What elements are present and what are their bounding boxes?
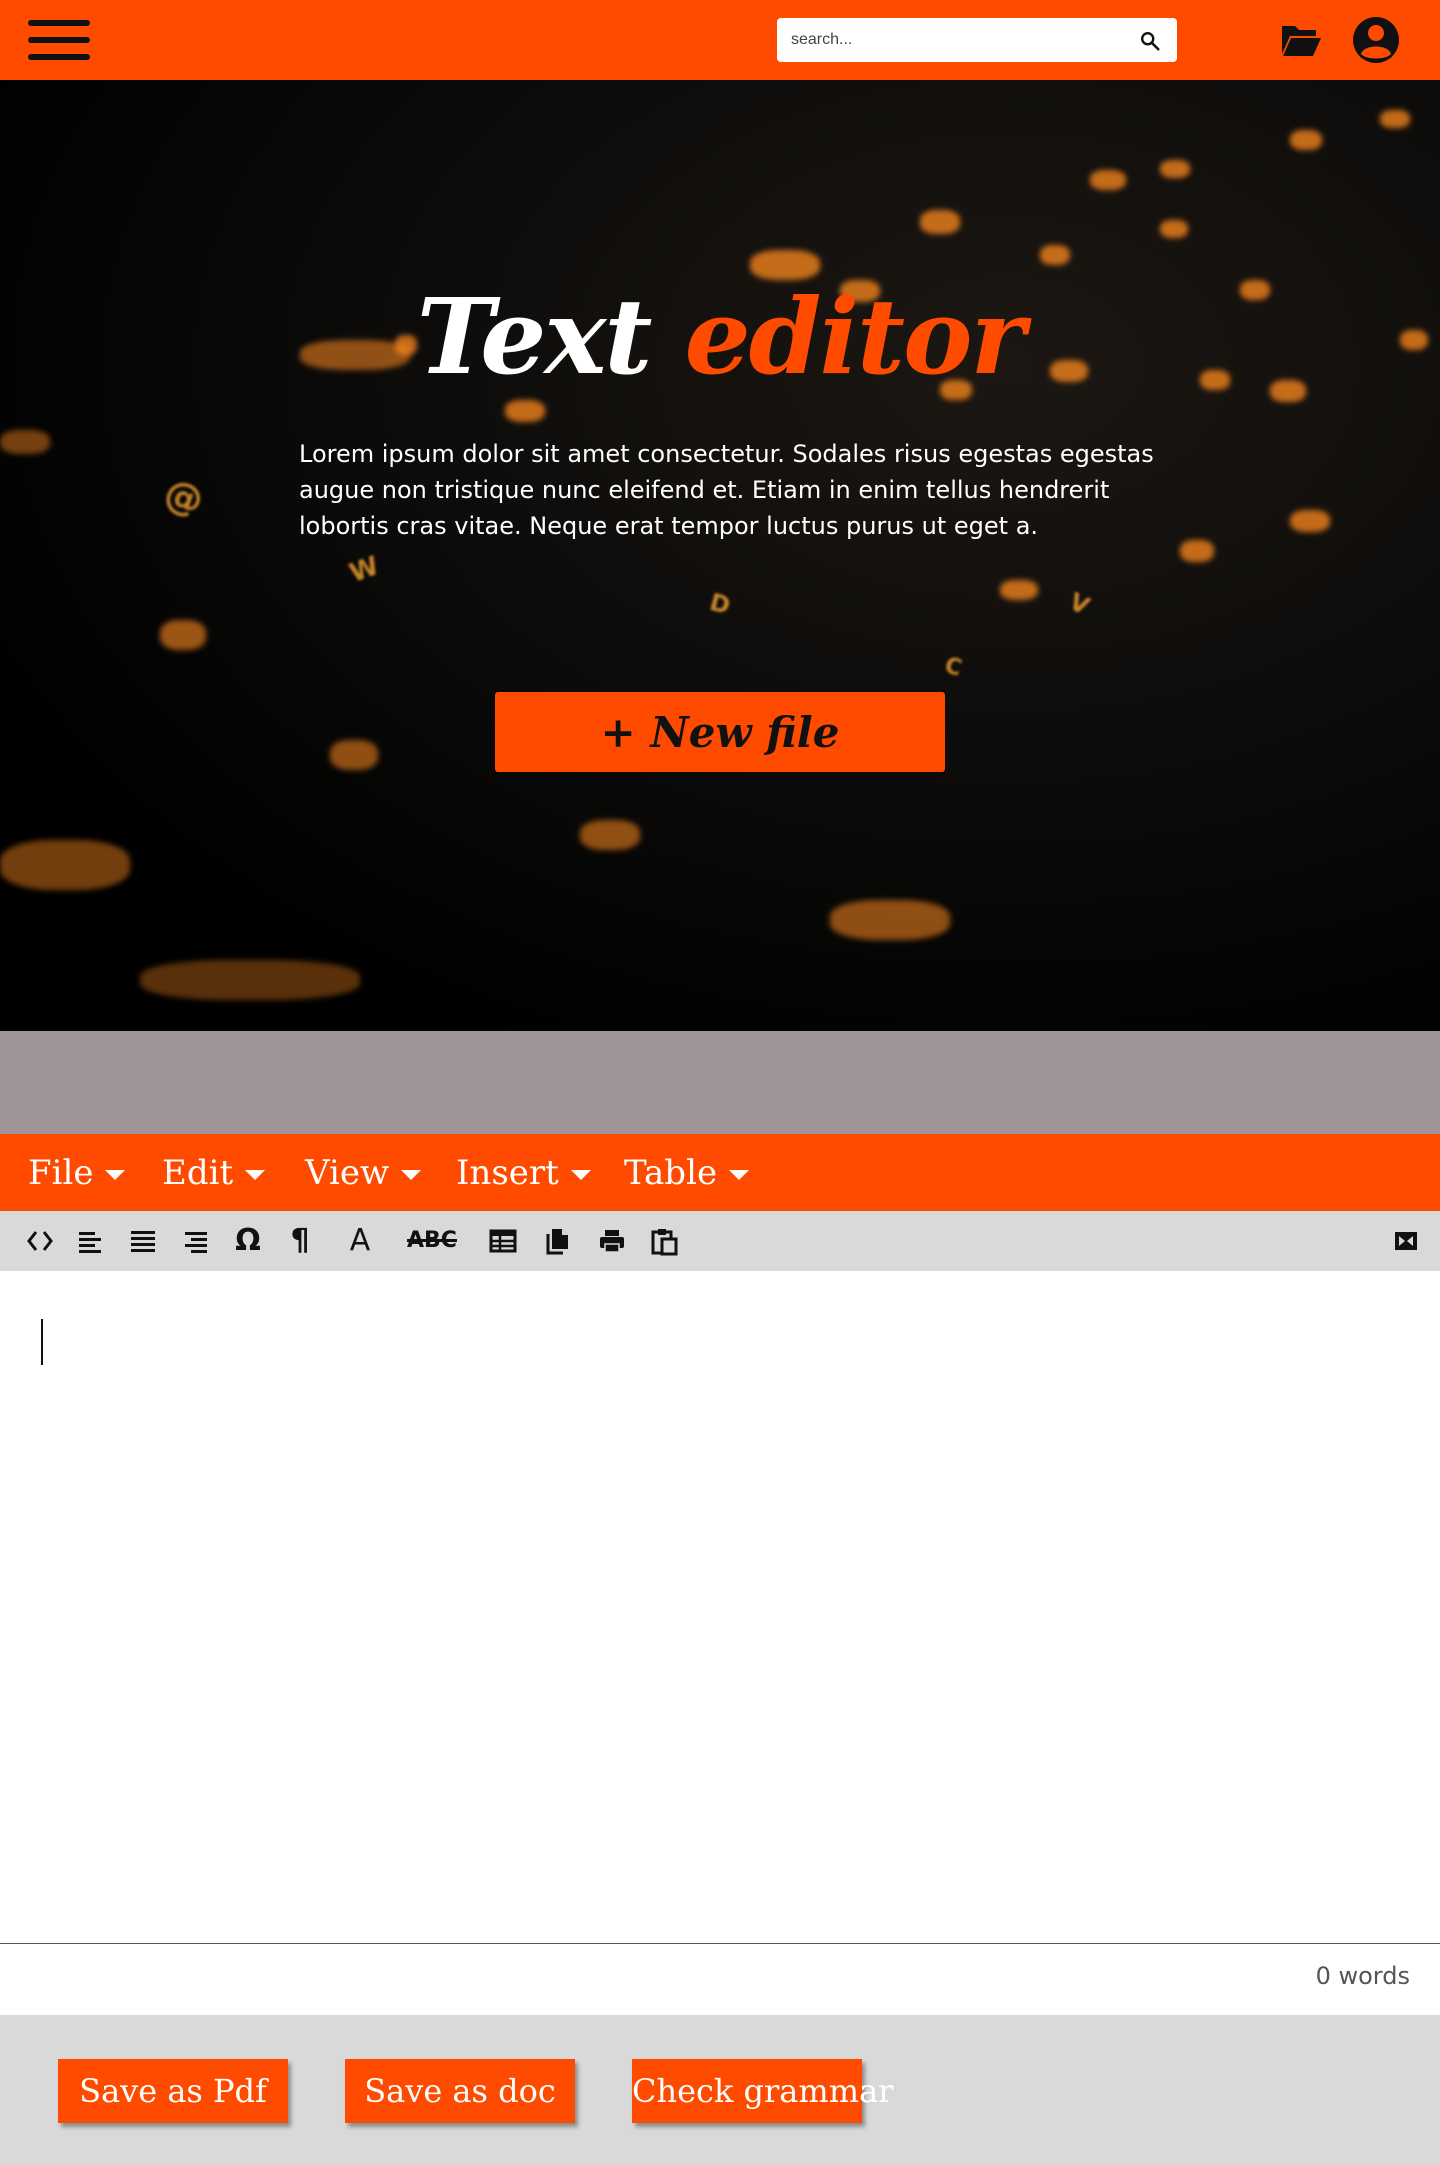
hero-title-word1: Text [416,275,653,398]
strike-glyph: ABC [407,1228,457,1253]
top-bar [0,0,1440,80]
hero-description: Lorem ipsum dolor sit amet consectetur. … [299,440,1154,540]
align-justify-icon[interactable] [127,1225,159,1257]
menu-edit-label: Edit [162,1152,234,1193]
menu-view[interactable]: View [305,1134,422,1211]
word-count: 0 words [1315,1962,1410,1990]
special-character-icon[interactable]: Ω [232,1225,264,1257]
caret-down-icon [570,1169,591,1180]
font-icon[interactable]: A [344,1225,376,1257]
align-right-icon[interactable] [180,1225,212,1257]
table-icon[interactable] [487,1225,519,1257]
caret-down-icon [401,1169,422,1180]
save-as-doc-button[interactable]: Save as doc [345,2059,575,2123]
menu-insert[interactable]: Insert [456,1134,591,1211]
action-footer: Save as Pdf Save as doc Check grammar [0,2015,1440,2165]
folder-open-icon[interactable] [1280,20,1322,60]
editor-menubar: File Edit View Insert Table [0,1134,1440,1211]
pilcrow-icon[interactable]: ¶ [284,1225,316,1257]
copy-icon[interactable] [542,1225,574,1257]
menu-insert-label: Insert [456,1152,559,1193]
save-as-pdf-button[interactable]: Save as Pdf [58,2059,288,2123]
editor-toolbar: Ω ¶ A ABC [0,1211,1440,1271]
source-code-icon[interactable] [24,1225,56,1257]
caret-down-icon [729,1169,750,1180]
search-box [777,18,1177,62]
strikethrough-icon[interactable]: ABC [406,1225,458,1257]
menu-file[interactable]: File [28,1134,126,1211]
hero-title: Text editor [0,275,1440,398]
omega-glyph: Ω [235,1223,261,1258]
divider-band [0,1031,1440,1134]
menu-table-label: Table [624,1152,718,1193]
hero-section: @ W D V C Text editor Lorem ipsum dolor … [0,80,1440,1031]
print-icon[interactable] [596,1225,628,1257]
font-glyph: A [349,1223,371,1258]
hero-title-word2: editor [684,275,1026,398]
new-file-button[interactable]: + New file [495,692,945,772]
paste-icon[interactable] [648,1225,680,1257]
caret-down-icon [105,1169,126,1180]
caret-down-icon [245,1169,266,1180]
search-input[interactable] [777,18,1129,62]
search-icon[interactable] [1139,30,1161,52]
menu-file-label: File [28,1152,94,1193]
align-left-icon[interactable] [74,1225,106,1257]
check-grammar-button[interactable]: Check grammar [632,2059,893,2123]
menu-table[interactable]: Table [624,1134,750,1211]
account-circle-icon[interactable] [1352,16,1400,64]
text-cursor [41,1319,43,1365]
menu-view-label: View [305,1152,390,1193]
editor-area[interactable] [0,1271,1440,1943]
menu-edit[interactable]: Edit [162,1134,266,1211]
fullscreen-icon[interactable] [1390,1225,1422,1257]
hamburger-menu-icon[interactable] [28,20,90,60]
pilcrow-glyph: ¶ [290,1223,310,1258]
status-divider [0,1943,1440,1944]
